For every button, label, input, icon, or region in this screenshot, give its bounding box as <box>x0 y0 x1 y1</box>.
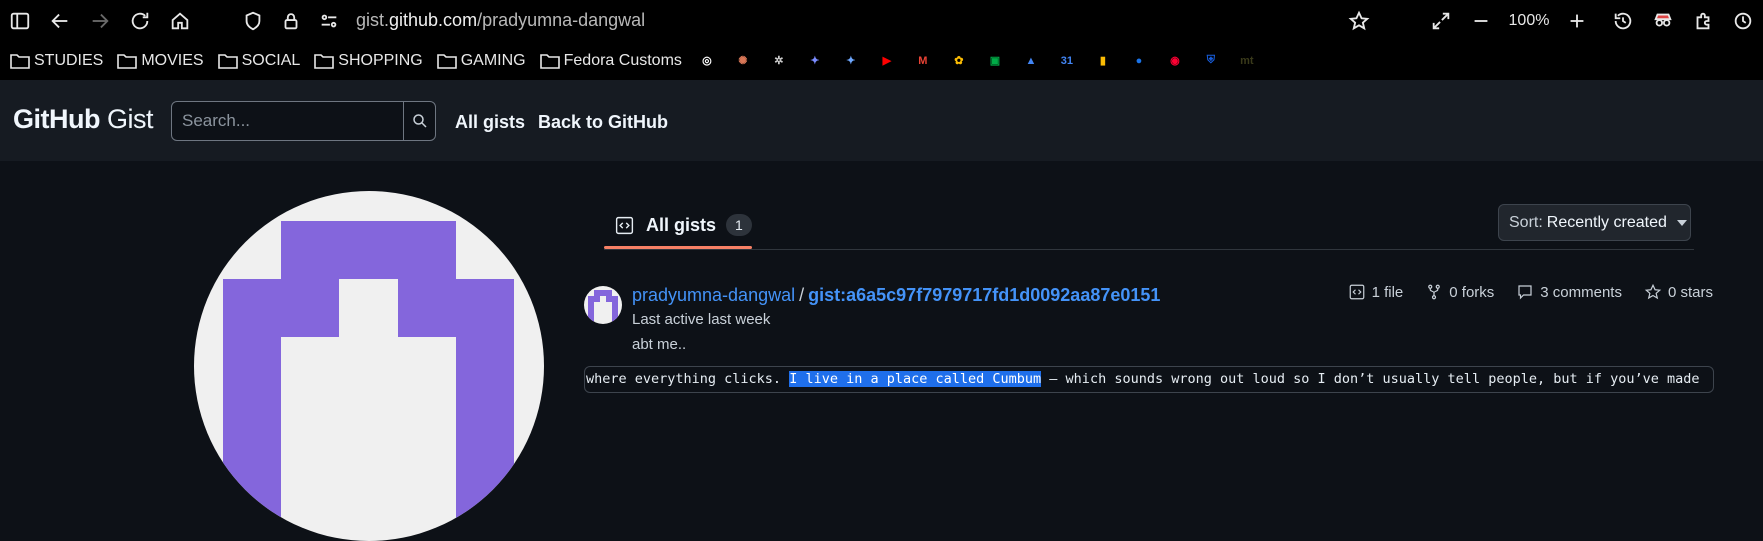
shield-icon[interactable] <box>234 3 272 39</box>
folder-icon <box>539 53 560 69</box>
tab-all-gists-count: 1 <box>726 214 752 236</box>
gmail-icon[interactable]: M <box>912 50 934 72</box>
bookmark-folder-social[interactable]: SOCIAL <box>217 51 301 70</box>
photos-icon[interactable]: ✿ <box>948 50 970 72</box>
gist-title: pradyumna-dangwal / gist:a6a5c97f7979717fd… <box>632 285 1160 306</box>
profile-avatar[interactable] <box>194 191 544 541</box>
forward-arrow-icon[interactable] <box>80 3 120 39</box>
search-input[interactable] <box>172 102 403 140</box>
sort-dropdown[interactable]: Sort: Recently created <box>1498 204 1691 241</box>
fork-icon <box>1428 284 1441 300</box>
zoom-out-icon[interactable] <box>1461 3 1501 39</box>
bookmark-folder-studies[interactable]: STUDIES <box>10 52 103 70</box>
site-permissions-icon[interactable] <box>310 3 348 39</box>
gist-header: GitHub Gist All gists Back to GitHub <box>0 80 1763 161</box>
sort-value: Recently created <box>1546 213 1667 231</box>
fullscreen-icon[interactable] <box>1421 3 1461 39</box>
preview-text-after: — which sounds wrong out loud so I don’t… <box>1041 371 1700 387</box>
search-box <box>171 101 436 141</box>
tab-all-gists[interactable]: All gists 1 <box>604 202 752 248</box>
history-icon[interactable] <box>1603 3 1643 39</box>
extension-bug-icon[interactable]: ✲ <box>768 50 790 72</box>
folder-icon <box>10 53 30 69</box>
url-text: gist.github.com/pradyumna-dangwal <box>356 10 646 30</box>
messages-icon[interactable]: ● <box>1128 50 1150 72</box>
home-icon[interactable] <box>160 3 200 39</box>
folder-icon <box>314 53 335 69</box>
folder-icon <box>436 53 457 69</box>
gist-description: abt me.. <box>632 336 687 353</box>
keep-icon[interactable]: ▮ <box>1092 50 1114 72</box>
tab-all-gists-label: All gists <box>646 214 717 235</box>
gist-last-active: Last active last week <box>632 311 771 328</box>
nav-all-gists-link[interactable]: All gists <box>455 112 525 133</box>
gist-id-link[interactable]: gist:a6a5c97f7979717fd1d0092aa87e0151 <box>808 285 1160 305</box>
bookmarks-bar: STUDIES MOVIES SOCIAL SHOPPING GAMING Fe… <box>0 41 1763 80</box>
bitwarden-icon[interactable]: ⛨ <box>1200 50 1222 72</box>
search-icon <box>412 114 427 128</box>
music-icon[interactable]: ◉ <box>1164 50 1186 72</box>
sidebar-toggle-icon[interactable] <box>0 3 40 39</box>
zoom-level[interactable]: 100% <box>1501 12 1557 30</box>
gist-comments-count: 3 comments <box>1540 283 1622 301</box>
gist-files-count: 1 file <box>1371 283 1404 301</box>
gist-comments-link[interactable]: 3 comments <box>1516 283 1622 301</box>
comment-icon <box>1518 285 1532 300</box>
folder-icon <box>117 53 138 69</box>
preview-text-selected: I live in a place called Cumbum <box>789 371 1042 387</box>
code-square-icon <box>615 216 634 234</box>
bookmark-star-icon[interactable] <box>1340 3 1378 39</box>
gist-stats: 1 file 0 forks 3 comments 0 stars <box>1326 283 1713 301</box>
star-icon <box>1644 283 1662 300</box>
gist-owner-avatar[interactable] <box>584 286 622 324</box>
gist-stars-link[interactable]: 0 stars <box>1644 283 1713 301</box>
gist-title-separator: / <box>799 285 805 305</box>
github-gist-logo[interactable]: GitHub Gist <box>13 104 154 135</box>
bookmark-folder-label: Fedora Customs <box>563 51 682 69</box>
lock-icon[interactable] <box>272 3 310 39</box>
claude-icon[interactable]: ✺ <box>732 50 754 72</box>
bookmark-folder-label: SOCIAL <box>241 51 301 69</box>
preview-text-before: where everything clicks. <box>586 371 790 387</box>
bookmark-folder-movies[interactable]: MOVIES <box>117 51 204 70</box>
gemini-icon[interactable]: ✦ <box>840 50 862 72</box>
reload-icon[interactable] <box>120 3 160 39</box>
bookmark-folder-label: STUDIES <box>34 51 104 69</box>
gist-forks-count: 0 forks <box>1449 283 1495 301</box>
chatgpt-icon[interactable]: ◎ <box>696 50 718 72</box>
bookmark-folder-gaming[interactable]: GAMING <box>436 51 526 70</box>
bookmark-folder-fedora-customs[interactable]: Fedora Customs <box>539 51 682 70</box>
gist-stars-count: 0 stars <box>1667 283 1713 301</box>
drive-icon[interactable]: ▲ <box>1020 50 1042 72</box>
bookmark-folder-label: MOVIES <box>141 51 204 69</box>
sort-prefix: Sort: <box>1509 213 1543 231</box>
back-arrow-icon[interactable] <box>40 3 80 39</box>
private-mask-icon[interactable] <box>1643 3 1683 39</box>
extensions-icon[interactable] <box>1683 3 1723 39</box>
zoom-in-icon[interactable] <box>1557 3 1597 39</box>
gist-files-link[interactable]: 1 file <box>1348 283 1404 301</box>
nav-back-to-github-link[interactable]: Back to GitHub <box>538 112 668 133</box>
bookmark-folder-shopping[interactable]: SHOPPING <box>314 51 423 70</box>
gist-file-preview[interactable]: where everything clicks. I live in a pla… <box>584 366 1714 393</box>
code-square-icon <box>1349 284 1364 300</box>
chevron-down-icon <box>1676 219 1687 226</box>
search-button[interactable] <box>403 102 435 140</box>
timer-icon[interactable] <box>1723 3 1763 39</box>
bookmark-folder-label: GAMING <box>460 51 526 69</box>
youtube-icon[interactable]: ▶ <box>876 50 898 72</box>
mt-icon[interactable]: mt <box>1236 50 1258 72</box>
tabs-divider <box>604 249 1694 250</box>
copilot-icon[interactable]: ✦ <box>804 50 826 72</box>
folder-icon <box>217 53 238 69</box>
gist-owner-link[interactable]: pradyumna-dangwal <box>632 285 795 305</box>
gist-forks-link[interactable]: 0 forks <box>1425 283 1494 301</box>
browser-toolbar: gist.github.com/pradyumna-dangwal 100% <box>0 0 1763 41</box>
calendar-icon[interactable]: 31 <box>1056 50 1078 72</box>
address-bar[interactable]: gist.github.com/pradyumna-dangwal <box>234 2 1380 39</box>
bookmark-folder-label: SHOPPING <box>338 51 423 69</box>
meet-icon[interactable]: ▣ <box>984 50 1006 72</box>
